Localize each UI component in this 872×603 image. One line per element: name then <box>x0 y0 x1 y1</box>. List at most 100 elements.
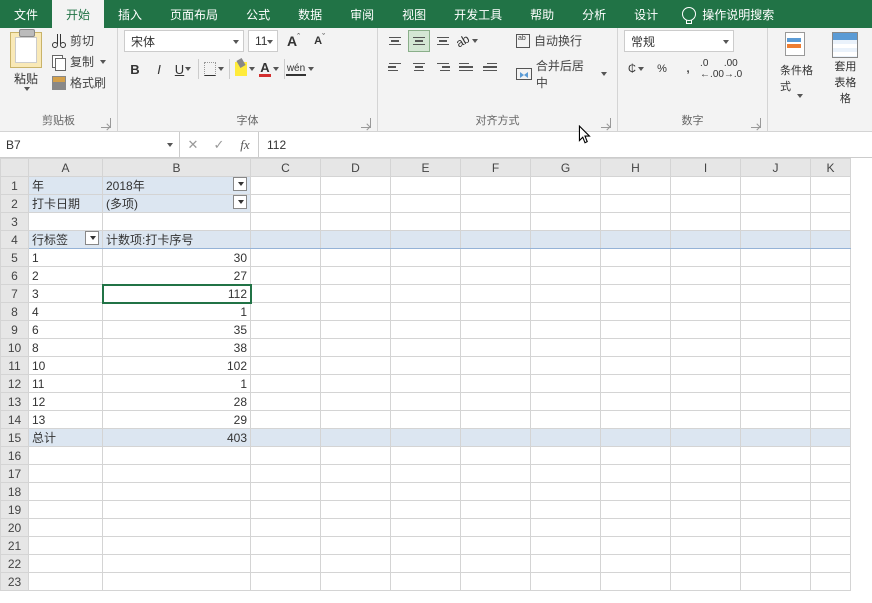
cell[interactable] <box>601 483 671 501</box>
cell[interactable] <box>741 231 811 249</box>
tab-insert[interactable]: 插入 <box>104 0 156 28</box>
row-15[interactable]: 15 <box>1 429 29 447</box>
cell[interactable] <box>671 429 741 447</box>
cell[interactable] <box>741 321 811 339</box>
cell[interactable] <box>741 303 811 321</box>
insert-function-button[interactable]: fx <box>232 137 258 153</box>
cell[interactable] <box>811 465 851 483</box>
cell[interactable] <box>531 285 601 303</box>
decrease-decimal-button[interactable]: .00→.0 <box>723 58 743 80</box>
cell[interactable] <box>103 447 251 465</box>
cell-A8[interactable]: 4 <box>29 303 103 321</box>
number-launcher[interactable] <box>751 118 761 128</box>
tab-view[interactable]: 视图 <box>388 0 440 28</box>
column-headers[interactable]: A B C D E F G H I J K <box>1 159 851 177</box>
cell[interactable] <box>671 285 741 303</box>
cell[interactable] <box>461 321 531 339</box>
italic-button[interactable]: I <box>148 58 170 80</box>
conditional-format-button[interactable]: 条件格式 <box>774 30 825 100</box>
cell[interactable] <box>391 447 461 465</box>
cell[interactable] <box>601 393 671 411</box>
cell[interactable] <box>671 357 741 375</box>
row-2[interactable]: 2 <box>1 195 29 213</box>
cell[interactable] <box>741 447 811 465</box>
cell[interactable] <box>811 339 851 357</box>
cell-A10[interactable]: 8 <box>29 339 103 357</box>
cell[interactable] <box>321 537 391 555</box>
cell[interactable] <box>531 303 601 321</box>
cell[interactable] <box>671 321 741 339</box>
cell[interactable] <box>461 447 531 465</box>
cell[interactable] <box>29 537 103 555</box>
filter-button[interactable] <box>233 195 247 209</box>
cell-B13[interactable]: 28 <box>103 393 251 411</box>
formula-input[interactable]: 112 <box>259 132 872 157</box>
cell-A15[interactable]: 总计 <box>29 429 103 447</box>
cell[interactable] <box>671 411 741 429</box>
cell[interactable] <box>741 357 811 375</box>
cell[interactable] <box>741 519 811 537</box>
cell[interactable] <box>391 429 461 447</box>
decrease-indent-button[interactable] <box>456 56 478 78</box>
row-7[interactable]: 7 <box>1 285 29 303</box>
merge-center-button[interactable]: 合并后居中 <box>512 55 611 93</box>
cell[interactable] <box>811 375 851 393</box>
cell[interactable] <box>321 573 391 591</box>
cell[interactable] <box>741 213 811 231</box>
row-12[interactable]: 12 <box>1 375 29 393</box>
cell[interactable] <box>391 483 461 501</box>
cell[interactable] <box>251 537 321 555</box>
cell[interactable] <box>321 375 391 393</box>
cell[interactable] <box>811 519 851 537</box>
cell[interactable] <box>251 285 321 303</box>
cell-B4[interactable]: 计数项:打卡序号 <box>103 231 251 249</box>
cell[interactable] <box>741 573 811 591</box>
cell[interactable] <box>811 429 851 447</box>
cell[interactable] <box>461 177 531 195</box>
cell[interactable] <box>461 393 531 411</box>
tab-data[interactable]: 数据 <box>284 0 336 28</box>
cell-A1[interactable]: 年 <box>29 177 103 195</box>
col-A[interactable]: A <box>29 159 103 177</box>
row-22[interactable]: 22 <box>1 555 29 573</box>
cell[interactable] <box>671 177 741 195</box>
cell[interactable] <box>321 303 391 321</box>
comma-format-button[interactable]: , <box>676 58 700 80</box>
bold-button[interactable]: B <box>124 58 146 80</box>
phonetic-button[interactable]: wén <box>289 58 311 80</box>
cell[interactable] <box>251 249 321 267</box>
cell[interactable] <box>531 411 601 429</box>
cell[interactable] <box>741 393 811 411</box>
format-painter-button[interactable]: 格式刷 <box>48 72 110 93</box>
number-format-select[interactable]: 常规 <box>624 30 734 52</box>
accounting-format-button[interactable]: ₵ <box>624 58 648 80</box>
cell[interactable] <box>601 231 671 249</box>
cell[interactable] <box>321 231 391 249</box>
cell[interactable] <box>741 411 811 429</box>
cell[interactable] <box>811 303 851 321</box>
cell[interactable] <box>601 357 671 375</box>
cell[interactable] <box>671 501 741 519</box>
cell[interactable] <box>811 411 851 429</box>
cell-A13[interactable]: 12 <box>29 393 103 411</box>
cell[interactable] <box>601 177 671 195</box>
cell[interactable] <box>531 267 601 285</box>
cell[interactable] <box>531 447 601 465</box>
cell[interactable] <box>741 375 811 393</box>
cell[interactable] <box>811 213 851 231</box>
cell[interactable] <box>671 573 741 591</box>
cell[interactable] <box>103 573 251 591</box>
col-H[interactable]: H <box>601 159 671 177</box>
cell[interactable] <box>391 375 461 393</box>
font-color-button[interactable]: A <box>258 58 280 80</box>
cell[interactable] <box>461 285 531 303</box>
cell[interactable] <box>29 483 103 501</box>
cell[interactable] <box>671 267 741 285</box>
cell[interactable] <box>811 483 851 501</box>
row-18[interactable]: 18 <box>1 483 29 501</box>
decrease-font-button[interactable]: Aˇ <box>309 32 330 50</box>
cell[interactable] <box>601 555 671 573</box>
cell[interactable] <box>391 339 461 357</box>
cell[interactable] <box>671 303 741 321</box>
cell[interactable] <box>29 447 103 465</box>
